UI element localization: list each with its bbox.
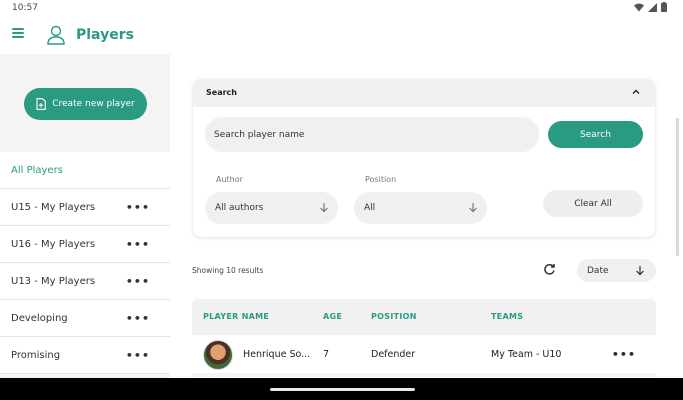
status-time: 10:57 xyxy=(12,3,38,13)
player-name-cell: Henrique So... xyxy=(243,349,311,360)
chevron-up-icon[interactable] xyxy=(631,87,641,97)
position-select[interactable]: All xyxy=(354,192,487,224)
age-cell: 7 xyxy=(323,349,330,360)
system-navigation-bar xyxy=(0,378,683,400)
clear-all-label: Clear All xyxy=(574,198,612,209)
sidebar-item-label: Promising xyxy=(11,349,61,361)
clear-all-button[interactable]: Clear All xyxy=(543,190,643,217)
sidebar-item-u16-my-players[interactable]: U16 - My Players ••• xyxy=(0,226,170,263)
create-player-button[interactable]: Create new player xyxy=(24,88,147,120)
system-icons xyxy=(634,2,667,12)
table-row-divider xyxy=(192,373,656,377)
sort-select[interactable]: Date xyxy=(577,259,656,282)
author-select-value: All authors xyxy=(215,203,264,213)
signal-icon xyxy=(648,2,657,12)
position-label: Position xyxy=(365,175,397,184)
sidebar: Create new player All Players U15 - My P… xyxy=(0,54,170,378)
results-count: Showing 10 results xyxy=(192,266,264,275)
more-options-icon[interactable]: ••• xyxy=(126,312,150,325)
position-cell: Defender xyxy=(371,349,416,360)
sidebar-item-u13-my-players[interactable]: U13 - My Players ••• xyxy=(0,263,170,300)
teams-cell: My Team - U10 xyxy=(491,349,562,360)
search-input[interactable] xyxy=(205,117,539,152)
column-header-age[interactable]: AGE xyxy=(323,312,342,321)
sidebar-item-label: All Players xyxy=(11,164,63,176)
author-select[interactable]: All authors xyxy=(205,192,338,224)
column-header-position[interactable]: POSITION xyxy=(371,312,417,321)
column-header-player-name[interactable]: PLAYER NAME xyxy=(203,312,269,321)
sidebar-item-all-players[interactable]: All Players xyxy=(0,152,170,189)
wifi-icon xyxy=(634,3,644,11)
more-options-icon[interactable]: ••• xyxy=(126,275,150,288)
sidebar-item-developing[interactable]: Developing ••• xyxy=(0,300,170,337)
table-header: PLAYER NAME AGE POSITION TEAMS xyxy=(192,299,656,335)
arrow-down-icon xyxy=(469,203,477,213)
sidebar-item-label: U15 - My Players xyxy=(11,201,96,213)
app-bar: Players xyxy=(0,16,683,54)
page-title: Players xyxy=(76,27,134,43)
sort-select-value: Date xyxy=(587,265,609,276)
home-gesture-handle[interactable] xyxy=(270,388,415,391)
user-outline-icon xyxy=(47,25,65,45)
refresh-icon[interactable] xyxy=(543,263,556,276)
sidebar-item-label: U16 - My Players xyxy=(11,238,96,250)
row-more-options-icon[interactable]: ••• xyxy=(612,348,636,361)
players-table: PLAYER NAME AGE POSITION TEAMS Henrique … xyxy=(192,299,656,377)
main-content: Search Search Author All authors Positio… xyxy=(170,54,683,378)
search-button-label: Search xyxy=(580,129,611,140)
more-options-icon[interactable]: ••• xyxy=(126,201,150,214)
search-panel: Search Search Author All authors Positio… xyxy=(193,79,655,237)
more-options-icon[interactable]: ••• xyxy=(126,238,150,251)
create-player-label: Create new player xyxy=(52,99,135,109)
arrow-down-icon xyxy=(636,266,644,276)
author-label: Author xyxy=(216,175,243,184)
search-panel-title: Search xyxy=(206,88,237,97)
arrow-down-icon xyxy=(320,203,328,213)
column-header-teams[interactable]: TEAMS xyxy=(491,312,523,321)
hamburger-menu-icon[interactable] xyxy=(12,28,24,38)
position-select-value: All xyxy=(364,203,376,213)
add-document-icon xyxy=(36,98,47,110)
table-row[interactable]: Henrique So... 7 Defender My Team - U10 … xyxy=(192,335,656,373)
search-button[interactable]: Search xyxy=(548,121,643,148)
sidebar-item-u15-my-players[interactable]: U15 - My Players ••• xyxy=(0,189,170,226)
battery-icon xyxy=(661,2,667,12)
more-options-icon[interactable]: ••• xyxy=(126,349,150,362)
scrollbar[interactable] xyxy=(676,118,679,256)
sidebar-item-promising[interactable]: Promising ••• xyxy=(0,337,170,374)
status-bar: 10:57 xyxy=(0,0,683,16)
avatar xyxy=(203,340,233,370)
search-panel-header[interactable]: Search xyxy=(193,79,655,107)
sidebar-item-label: U13 - My Players xyxy=(11,275,96,287)
sidebar-item-label: Developing xyxy=(11,312,68,324)
player-lists: All Players U15 - My Players ••• U16 - M… xyxy=(0,152,170,374)
